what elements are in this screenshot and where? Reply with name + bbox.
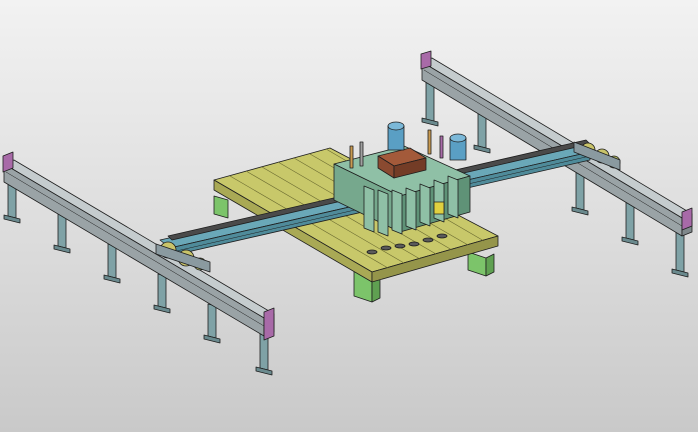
servo-motor-left xyxy=(387,121,405,151)
front-rail-columns xyxy=(3,183,273,376)
servo-motor-right xyxy=(449,133,467,161)
rear-rail-end-cap-right xyxy=(681,207,693,231)
gantry-machine-drawing xyxy=(2,50,693,376)
front-rail-end-cap-right xyxy=(263,307,275,341)
cad-viewport[interactable] xyxy=(0,0,698,432)
front-rail-end-cap-left xyxy=(2,151,14,173)
tool-head xyxy=(433,201,445,215)
rear-rail-end-cap-left xyxy=(420,50,432,70)
